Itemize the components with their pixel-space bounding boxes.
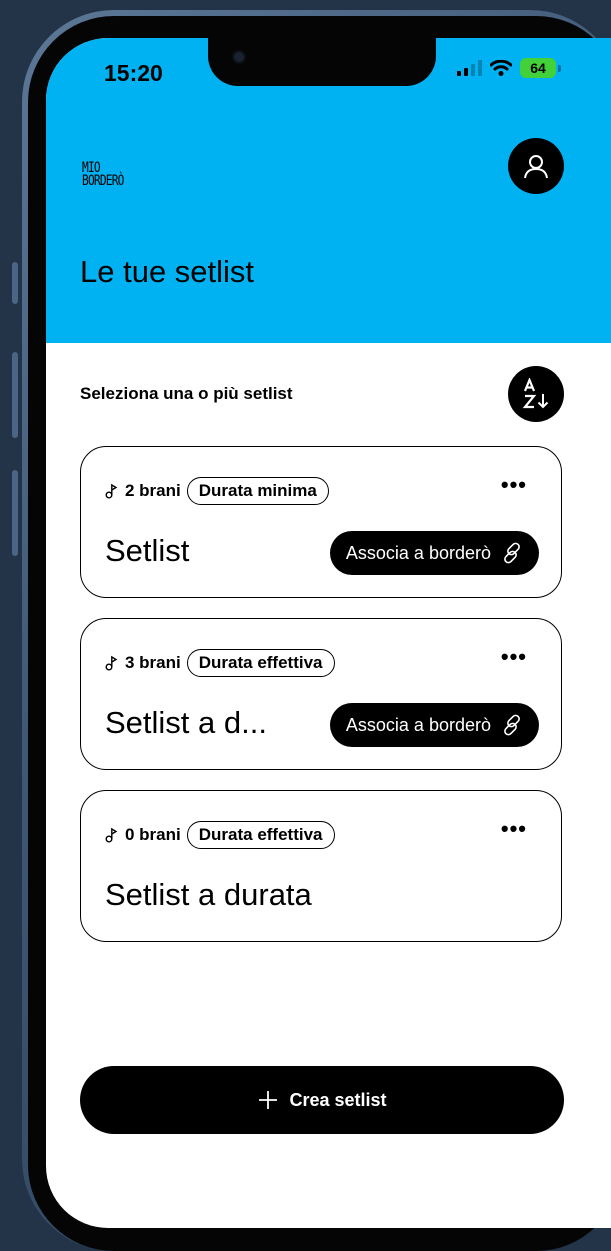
more-options-icon[interactable]: ••• <box>501 474 527 496</box>
setlist-name: Setlist a d... <box>105 705 267 740</box>
plus-icon <box>259 1091 278 1109</box>
signal-icon <box>457 60 482 76</box>
associate-bordero-button[interactable]: Associa a borderò <box>329 703 539 747</box>
sort-az-icon <box>522 378 549 409</box>
associate-bordero-button[interactable]: Associa a borderò <box>329 531 539 575</box>
duration-tag: Durata effettiva <box>186 821 335 849</box>
camera-icon <box>232 50 246 64</box>
status-time: 15:20 <box>104 60 163 86</box>
duration-tag: Durata effettiva <box>186 649 335 677</box>
link-icon <box>504 542 520 564</box>
sort-button[interactable] <box>508 366 564 422</box>
header: 15:20 64 MIO BORDERÒ Le tue setlist <box>46 38 611 343</box>
volume-up-button <box>12 352 18 438</box>
page-title: Le tue setlist <box>80 254 255 289</box>
setlist-meta: 2 brani Durata minima <box>105 477 329 505</box>
setlist-card[interactable]: 2 brani Durata minima ••• Setlist Associ… <box>80 446 562 598</box>
more-options-icon[interactable]: ••• <box>501 818 527 840</box>
create-setlist-label: Crea setlist <box>289 1089 387 1110</box>
music-note-icon <box>105 655 118 671</box>
setlist-card[interactable]: 3 brani Durata effettiva ••• Setlist a d… <box>80 618 562 770</box>
setlist-name: Setlist a durata <box>105 877 312 912</box>
app-logo: MIO BORDERÒ <box>82 161 124 189</box>
associate-label: Associa a borderò <box>345 542 491 563</box>
song-count: 3 brani <box>125 653 181 672</box>
associate-label: Associa a borderò <box>345 714 491 735</box>
more-options-icon[interactable]: ••• <box>501 646 527 668</box>
music-note-icon <box>105 483 118 499</box>
song-count: 2 brani <box>125 481 181 500</box>
notch <box>208 38 436 86</box>
setlist-card[interactable]: 0 brani Durata effettiva ••• Setlist a d… <box>80 790 562 942</box>
song-count: 0 brani <box>125 825 181 844</box>
user-icon <box>524 155 548 179</box>
battery-icon: 64 <box>520 58 556 78</box>
link-icon <box>504 714 520 736</box>
battery-tip <box>558 64 561 72</box>
volume-down-button <box>12 470 18 556</box>
status-indicators: 64 <box>457 58 561 78</box>
mute-switch <box>12 262 18 304</box>
setlist-name: Setlist <box>105 533 190 568</box>
create-setlist-button[interactable]: Crea setlist <box>80 1066 564 1134</box>
app-screen: 15:20 64 MIO BORDERÒ Le tue setlist Sele… <box>46 38 611 1228</box>
setlist-meta: 3 brani Durata effettiva <box>105 649 335 677</box>
duration-tag: Durata minima <box>186 477 329 505</box>
profile-button[interactable] <box>508 138 564 194</box>
music-note-icon <box>105 827 118 843</box>
setlist-meta: 0 brani Durata effettiva <box>105 821 335 849</box>
logo-line-2: BORDERÒ <box>82 173 124 189</box>
wifi-icon <box>490 60 512 76</box>
select-hint: Seleziona una o più setlist <box>80 384 293 403</box>
